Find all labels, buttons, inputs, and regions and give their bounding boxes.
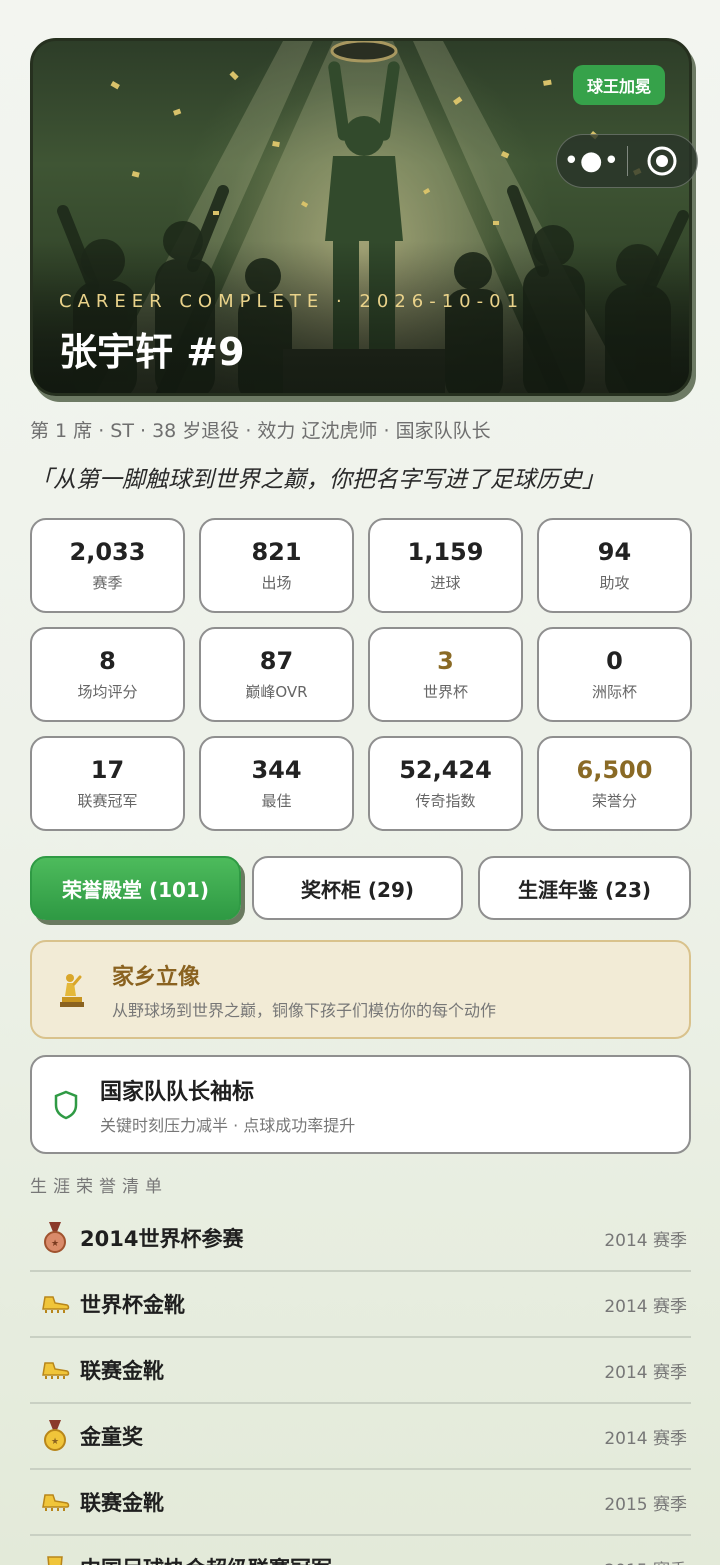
tab-career-yearbook[interactable]: 生涯年鉴 (23) [478,856,691,920]
bronze-medal-icon: ★ [30,1222,80,1254]
stat-card: 8 场均评分 [30,627,185,722]
stat-label: 进球 [430,574,461,592]
feature-desc: 从野球场到世界之巅，铜像下孩子们模仿你的每个动作 [112,1000,497,1020]
captain-armband-card[interactable]: 国家队队长袖标 关键时刻压力减半 · 点球成功率提升 [30,1055,691,1154]
list-item[interactable]: 联赛金靴 2014 赛季 [30,1338,691,1404]
stat-label: 场均评分 [77,683,138,701]
honor-name: 2014世界杯参赛 [80,1227,244,1251]
feature-title: 家乡立像 [112,964,201,990]
honor-year: 2015 赛季 [604,1556,687,1565]
stat-label: 巅峰OVR [245,683,308,701]
honor-name: 联赛金靴 [80,1359,164,1383]
shield-icon [32,1090,100,1120]
honor-year: 2014 赛季 [604,1428,687,1449]
stat-label: 洲际杯 [591,683,637,701]
stat-value: 87 [259,647,294,675]
gold-medal-icon: ★ [30,1420,80,1452]
stat-value: 344 [251,756,302,784]
stat-label: 赛季 [92,574,123,592]
stat-card: 52,424 传奇指数 [368,736,523,831]
honor-name: 中国足球协会超级联赛冠军 [80,1553,604,1565]
honor-year: 2014 赛季 [604,1362,687,1383]
golden-boot-icon [30,1359,80,1381]
honor-name: 世界杯金靴 [80,1293,185,1317]
stat-card: 87 巅峰OVR [199,627,354,722]
section-title: 生涯荣誉清单 [30,1177,168,1197]
stat-card: 0 洲际杯 [537,627,692,722]
honor-name: 金童奖 [80,1425,143,1449]
hero-card: 球王加冕 CAREER COMPLETE · 2026-10-01 张宇轩 #9 [30,38,692,396]
stat-value: 3 [437,647,454,675]
trophy-icon [30,1554,80,1565]
career-meta: 第 1 席 · ST · 38 岁退役 · 效力 辽沈虎师 · 国家队队长 [30,420,491,442]
list-item[interactable]: ★ 2014世界杯参赛 2014 赛季 [30,1206,691,1272]
honor-year: 2014 赛季 [604,1296,687,1317]
stat-value: 8 [99,647,116,675]
stat-value: 821 [251,538,302,566]
statue-icon [32,972,112,1008]
honor-list: ★ 2014世界杯参赛 2014 赛季 世界杯金靴 2014 赛季 联赛金靴 2… [30,1206,691,1565]
player-name: 张宇轩 #9 [59,330,245,374]
honor-year: 2014 赛季 [604,1230,687,1251]
stat-card: 821 出场 [199,518,354,613]
honor-year: 2015 赛季 [604,1494,687,1515]
stat-value: 2,033 [69,538,146,566]
stat-card: 94 助攻 [537,518,692,613]
golden-boot-icon [30,1293,80,1315]
miniprogram-capsule: •●• [556,134,698,188]
stat-card: 3 世界杯 [368,627,523,722]
stat-label: 联赛冠军 [77,792,138,810]
tab-trophy-cabinet[interactable]: 奖杯柜 (29) [252,856,463,920]
stat-label: 荣誉分 [591,792,637,810]
stat-value: 94 [597,538,632,566]
stat-label: 最佳 [261,792,292,810]
stats-grid: 2,033 赛季 821 出场 1,159 进球 94 助攻 8 场均评分 87 巅峰OVR 3 世界杯 0… [30,518,692,831]
stat-card: 2,033 赛季 [30,518,185,613]
more-icon[interactable]: •●• [557,134,627,188]
stat-value: 6,500 [576,756,653,784]
svg-text:★: ★ [51,1437,59,1447]
stat-value: 17 [90,756,125,784]
list-item[interactable]: ★ 金童奖 2014 赛季 [30,1404,691,1470]
list-item[interactable]: 世界杯金靴 2014 赛季 [30,1272,691,1338]
stat-card: 17 联赛冠军 [30,736,185,831]
list-item[interactable]: 联赛金靴 2015 赛季 [30,1470,691,1536]
feature-desc: 关键时刻压力减半 · 点球成功率提升 [100,1115,356,1135]
stat-label: 传奇指数 [415,792,476,810]
stat-card: 6,500 荣誉分 [537,736,692,831]
stat-value: 1,159 [407,538,484,566]
career-complete-caption: CAREER COMPLETE · 2026-10-01 [59,291,525,312]
stat-card: 344 最佳 [199,736,354,831]
feature-title: 国家队队长袖标 [100,1079,255,1105]
stat-label: 世界杯 [422,683,468,701]
champion-badge: 球王加冕 [572,65,665,105]
stat-label: 助攻 [599,574,630,592]
stat-label: 出场 [261,574,292,592]
list-item[interactable]: 中国足球协会超级联赛冠军 2015 赛季 [30,1536,691,1565]
hometown-statue-card[interactable]: 家乡立像 从野球场到世界之巅，铜像下孩子们模仿你的每个动作 [30,940,691,1039]
honor-tabs: 荣誉殿堂 (101) 奖杯柜 (29) 生涯年鉴 (23) [30,856,691,922]
stat-value: 0 [606,647,623,675]
svg-text:★: ★ [51,1239,59,1249]
tab-hall-of-fame[interactable]: 荣誉殿堂 (101) [30,856,241,920]
target-icon[interactable] [628,145,698,177]
stat-card: 1,159 进球 [368,518,523,613]
stat-value: 52,424 [399,756,492,784]
honor-name: 联赛金靴 [80,1491,164,1515]
golden-boot-icon [30,1491,80,1513]
career-quote: 「从第一脚触球到世界之巅，你把名字写进了足球历史」 [30,467,605,493]
